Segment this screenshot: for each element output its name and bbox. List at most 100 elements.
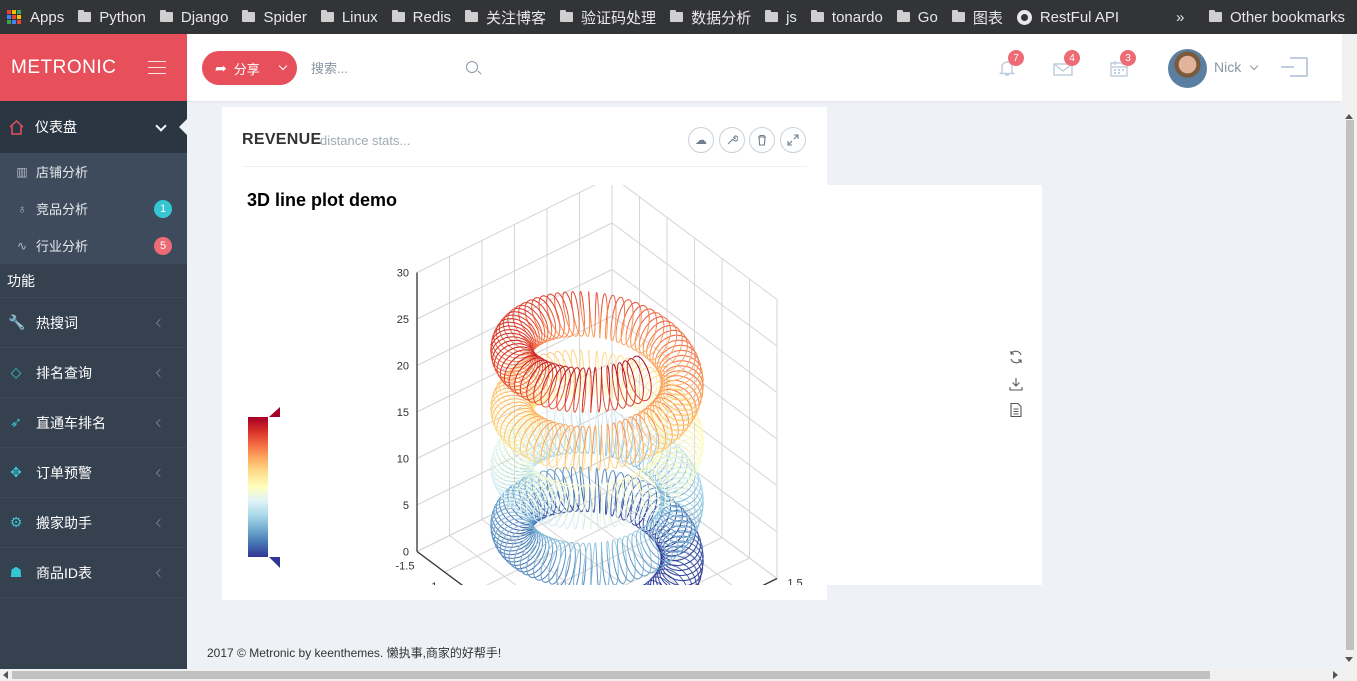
bookmark-folder[interactable]: js	[758, 0, 804, 34]
bookmark-folder[interactable]: Linux	[314, 0, 385, 34]
chevron-left-icon	[155, 568, 165, 578]
helix-segment	[612, 552, 614, 560]
helix-segment	[545, 580, 549, 583]
chart-3d-plot[interactable]: 051015202530-1.5-1-0.500.51-1-0.500.511.…	[222, 185, 1042, 585]
helix-segment	[616, 414, 620, 419]
sidebar-subitem[interactable]: ▥ 店铺分析	[0, 153, 187, 190]
helix-segment	[678, 398, 685, 400]
helix-segment	[602, 570, 605, 577]
menu-toggle-icon[interactable]	[148, 61, 166, 79]
sidebar-item[interactable]: ◇ 排名查询	[0, 348, 187, 398]
helix-segment	[616, 473, 620, 478]
helix-segment	[607, 425, 610, 429]
helix-segment	[586, 452, 589, 454]
helix-segment	[698, 369, 702, 376]
helix-segment	[554, 446, 557, 453]
sidebar-subitem[interactable]: ∿ 行业分析 5	[0, 227, 187, 264]
z-tick-label: 25	[397, 314, 409, 326]
helix-segment	[588, 425, 591, 428]
sidebar-item[interactable]: ☗ 商品ID表	[0, 548, 187, 598]
helix-segment	[571, 466, 573, 470]
logo-bar: METRONIC	[0, 34, 187, 101]
helix-segment	[551, 573, 556, 579]
username[interactable]: Nick	[1214, 59, 1241, 75]
helix-segment	[642, 547, 648, 555]
bookmark-folder[interactable]: Python	[71, 0, 153, 34]
sidebar-item[interactable]: ➶ 直通车排名	[0, 398, 187, 448]
helix-segment	[623, 580, 627, 584]
helix-segment	[619, 581, 623, 584]
graph-icon: ∿	[16, 238, 28, 253]
other-bookmarks[interactable]: Other bookmarks	[1202, 0, 1352, 34]
avatar[interactable]	[1168, 49, 1207, 88]
calendar-icon[interactable]: 3	[1108, 50, 1136, 78]
helix-segment	[550, 466, 553, 468]
helix-segment	[554, 468, 557, 472]
search-icon[interactable]	[466, 61, 478, 73]
cloud-upload-icon[interactable]: ☁	[688, 127, 714, 153]
bookmark-folder[interactable]: 验证码处理	[553, 0, 663, 34]
bookmark-folder[interactable]: Django	[153, 0, 236, 34]
bookmark-folder[interactable]: Spider	[235, 0, 313, 34]
helix-segment	[675, 579, 682, 582]
helix-segment	[619, 479, 622, 482]
helix-segment	[562, 350, 565, 354]
sidebar-item[interactable]: ✥ 订单预警	[0, 448, 187, 498]
helix-segment	[650, 376, 656, 381]
sidebar-item[interactable]: ⚙ 搬家助手	[0, 498, 187, 548]
helix-segment	[598, 527, 600, 530]
bookmarks-bar: Apps Python Django Spider Linux Redis 关注博客 验证码…	[0, 0, 1357, 34]
helix-segment	[588, 448, 590, 452]
bookmark-folder[interactable]: Go	[890, 0, 945, 34]
bookmark-folder[interactable]: 关注博客	[458, 0, 553, 34]
helix-segment	[557, 515, 562, 522]
helix-segment	[611, 580, 614, 584]
helix-segment	[561, 548, 566, 554]
helix-segment	[643, 468, 646, 475]
trash-icon[interactable]	[749, 127, 775, 153]
helix-segment	[581, 352, 583, 358]
helix-segment	[636, 530, 639, 535]
bookmark-folder[interactable]: tonardo	[804, 0, 890, 34]
search-input[interactable]	[311, 56, 491, 80]
sidebar-subitem[interactable]: ♁ 竞品分析 1	[0, 190, 187, 227]
sidebar-item[interactable]: 🔧 热搜词	[0, 298, 187, 348]
helix-segment	[584, 450, 586, 458]
helix-segment	[592, 493, 595, 500]
helix-segment	[668, 583, 671, 585]
helix-segment	[627, 567, 632, 574]
logout-icon[interactable]	[1281, 57, 1308, 77]
bookmark-folder[interactable]: 数据分析	[663, 0, 758, 34]
helix-segment	[504, 394, 512, 397]
helix-segment	[543, 411, 547, 414]
helix-segment	[555, 415, 560, 421]
helix-segment	[681, 414, 689, 417]
bookmark-folder[interactable]: Redis	[385, 0, 458, 34]
bookmark-folder[interactable]: 图表	[945, 0, 1010, 34]
chevron-left-icon	[155, 418, 165, 428]
apps-bookmark[interactable]: Apps	[0, 0, 71, 34]
helix-segment	[598, 524, 601, 529]
github-bookmark[interactable]: RestFul API	[1010, 0, 1126, 34]
helix-segment	[554, 538, 558, 541]
share-button[interactable]: ➦ 分享	[202, 51, 297, 85]
active-indicator	[179, 119, 187, 135]
helix-segment	[606, 496, 609, 504]
helix-segment	[645, 379, 651, 386]
notification-bell-icon[interactable]: 7	[996, 50, 1024, 78]
helix-segment	[607, 582, 610, 585]
fullscreen-icon[interactable]	[780, 127, 806, 153]
helix-segment	[562, 467, 565, 471]
wrench-icon[interactable]	[719, 127, 745, 153]
rocket-icon: ➶	[10, 414, 22, 430]
helix-segment	[623, 554, 626, 562]
helix-segment	[580, 543, 583, 547]
sidebar-item-dashboard[interactable]: 仪表盘	[0, 101, 187, 153]
helix-segment	[658, 362, 661, 369]
folder-icon	[896, 10, 910, 22]
helix-segment	[650, 446, 652, 453]
bookmarks-overflow-button[interactable]: »	[1176, 0, 1184, 34]
helix-segment	[542, 550, 546, 558]
chevron-down-icon[interactable]	[1249, 61, 1259, 71]
mail-icon[interactable]: 4	[1052, 50, 1080, 78]
